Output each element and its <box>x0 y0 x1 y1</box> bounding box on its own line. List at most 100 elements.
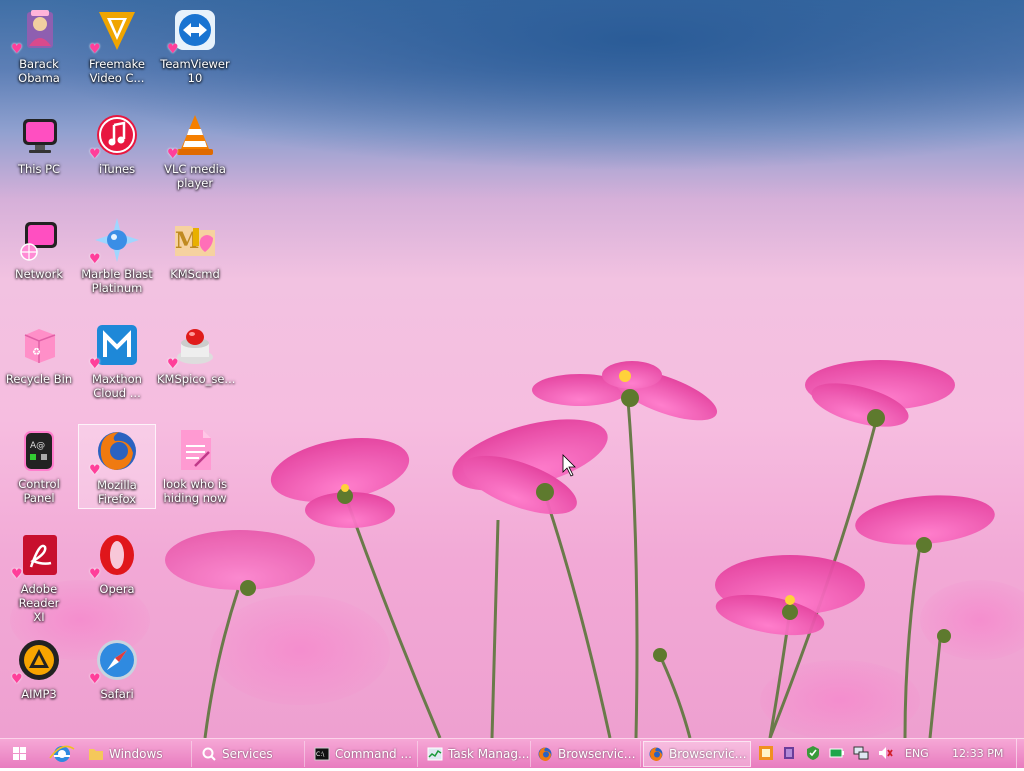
start-button[interactable] <box>2 741 38 767</box>
desktop-icon-network[interactable]: Network <box>1 214 77 300</box>
desktop-icon-label: This PC <box>17 162 61 176</box>
kms-folder-icon: M <box>171 216 219 264</box>
desktop-icon-label: KMScmd <box>170 267 220 281</box>
desktop-icon-label: Safari <box>100 687 134 701</box>
desktop-icon-label: Opera <box>99 582 135 596</box>
control-panel-icon: A@ <box>15 426 63 474</box>
desktop-icon-aimp3[interactable]: ♥ AIMP3 <box>1 634 77 720</box>
desktop-icon-freemake[interactable]: ♥ Freemake Video C... <box>79 4 155 90</box>
desktop-icon-label: Freemake Video C... <box>89 57 145 85</box>
internet-explorer-icon <box>49 745 75 762</box>
search-icon <box>202 747 216 761</box>
windows-start-icon <box>13 747 26 760</box>
aimp-icon: ♥ <box>11 636 63 686</box>
adobe-reader-icon: ♥ <box>11 531 63 581</box>
language-indicator[interactable]: ENG <box>905 747 929 760</box>
network-tray-icon <box>853 746 869 760</box>
tray-security-icon[interactable] <box>805 745 821 761</box>
shortcut-heart-icon: ♥ <box>11 672 23 687</box>
taskbar-item-services[interactable]: Services <box>197 741 305 767</box>
desktop-icon-label: Control Panel <box>18 477 60 505</box>
kmspico-icon: ♥ <box>167 321 219 371</box>
taskbar-item-browservice-2[interactable]: Browservice... <box>643 741 751 767</box>
desktop-icon-label: Mozilla Firefox <box>97 478 137 506</box>
shortcut-heart-icon: ♥ <box>89 357 101 372</box>
pinned-internet-explorer[interactable] <box>44 741 80 767</box>
desktop-icon-control-panel[interactable]: A@ Control Panel <box>1 424 77 510</box>
shortcut-heart-icon: ♥ <box>89 42 101 57</box>
clock[interactable]: 12:33 PM <box>952 747 1003 760</box>
itunes-icon: ♥ <box>89 111 141 161</box>
shortcut-heart-icon: ♥ <box>11 567 23 582</box>
shortcut-heart-icon: ♥ <box>89 252 101 267</box>
tray-battery-icon[interactable] <box>829 745 845 761</box>
shortcut-heart-icon: ♥ <box>167 357 179 372</box>
shortcut-heart-icon: ♥ <box>89 672 101 687</box>
desktop-icon-label: look who is hiding now <box>162 477 228 505</box>
shortcut-heart-icon: ♥ <box>11 42 23 57</box>
show-desktop-button[interactable] <box>1016 739 1024 768</box>
computer-icon <box>15 111 63 159</box>
svg-text:A@: A@ <box>30 441 45 451</box>
desktop-icon-kmspico[interactable]: ♥ KMSpico_se... <box>157 319 236 405</box>
svg-text:♻: ♻ <box>32 347 41 358</box>
desktop-icon-label: TeamViewer 10 <box>160 57 230 85</box>
desktop-icon-safari[interactable]: ♥ Safari <box>79 634 155 720</box>
battery-tray-icon <box>829 748 844 758</box>
desktop-icon-opera[interactable]: ♥ Opera <box>79 529 155 615</box>
app-tray-icon <box>759 746 773 760</box>
desktop-icon-adobe-reader[interactable]: ♥ Adobe Reader XI <box>1 529 77 624</box>
desktop-icon-itunes[interactable]: ♥ iTunes <box>79 109 155 195</box>
vlc-icon: ♥ <box>167 111 219 161</box>
text-file-icon <box>171 426 219 474</box>
teamviewer-icon: ♥ <box>167 6 219 56</box>
volume-muted-icon <box>879 747 893 759</box>
desktop-icon-vlc[interactable]: ♥ VLC media player <box>157 109 233 195</box>
freemake-icon: ♥ <box>89 6 141 56</box>
tray-square-icon[interactable] <box>781 745 797 761</box>
opera-icon: ♥ <box>89 531 141 581</box>
firefox-icon: ♥ <box>89 427 141 477</box>
desktop-icon-barack-obama[interactable]: ♥ Barack Obama <box>1 4 77 90</box>
taskbar-item-command-prompt[interactable]: C:\ Command ... <box>310 741 418 767</box>
network-icon <box>15 216 63 264</box>
firefox-icon <box>538 747 552 761</box>
square-tray-icon <box>784 747 794 759</box>
security-tray-icon <box>807 746 819 760</box>
desktop-icon-label: Barack Obama <box>18 57 60 85</box>
desktop-icon-label: Adobe Reader XI <box>18 582 60 624</box>
desktop-icon-recycle-bin[interactable]: ♻ Recycle Bin <box>1 319 77 405</box>
command-prompt-icon: C:\ <box>314 747 330 761</box>
desktop-icon-label: AIMP3 <box>21 687 57 701</box>
contact-icon: ♥ <box>11 6 63 56</box>
shortcut-heart-icon: ♥ <box>89 567 101 582</box>
desktop-icon-teamviewer[interactable]: ♥ TeamViewer 10 <box>157 4 233 90</box>
taskbar-item-browservice-1[interactable]: Browservice... <box>533 741 641 767</box>
desktop-icon-label: Marble Blast Platinum <box>81 267 153 295</box>
maxthon-icon: ♥ <box>89 321 141 371</box>
taskbar-item-windows[interactable]: Windows <box>84 741 192 767</box>
desktop-icon-label: Network <box>14 267 64 281</box>
svg-text:C:\: C:\ <box>316 751 325 758</box>
desktop-icon-label: KMSpico_se... <box>157 372 236 386</box>
taskbar: Windows Services C:\ Command ... Task Ma… <box>0 738 1024 768</box>
desktop-icon-look-who-is-hiding-now[interactable]: look who is hiding now <box>157 424 233 510</box>
desktop[interactable]: ♥ Barack Obama This PC Network ♻ Recycle… <box>0 0 1024 738</box>
shortcut-heart-icon: ♥ <box>89 147 101 162</box>
desktop-icon-kmscmd[interactable]: M KMScmd <box>157 214 233 300</box>
tray-volume-icon[interactable] <box>877 745 893 761</box>
desktop-icon-marble-blast[interactable]: ♥ Marble Blast Platinum <box>79 214 155 300</box>
tray-app-icon[interactable] <box>758 745 774 761</box>
taskbar-item-task-manager[interactable]: Task Manag... <box>423 741 531 767</box>
desktop-icon-label: Recycle Bin <box>5 372 73 386</box>
marble-blast-icon: ♥ <box>89 216 141 266</box>
desktop-icon-this-pc[interactable]: This PC <box>1 109 77 195</box>
desktop-icon-maxthon[interactable]: ♥ Maxthon Cloud ... <box>79 319 155 405</box>
safari-icon: ♥ <box>89 636 141 686</box>
desktop-icon-label: iTunes <box>98 162 136 176</box>
tray-network-icon[interactable] <box>853 745 869 761</box>
firefox-icon <box>649 747 663 761</box>
task-manager-icon <box>427 747 443 761</box>
desktop-icon-mozilla-firefox[interactable]: ♥ Mozilla Firefox <box>78 424 156 509</box>
shortcut-heart-icon: ♥ <box>89 463 101 478</box>
